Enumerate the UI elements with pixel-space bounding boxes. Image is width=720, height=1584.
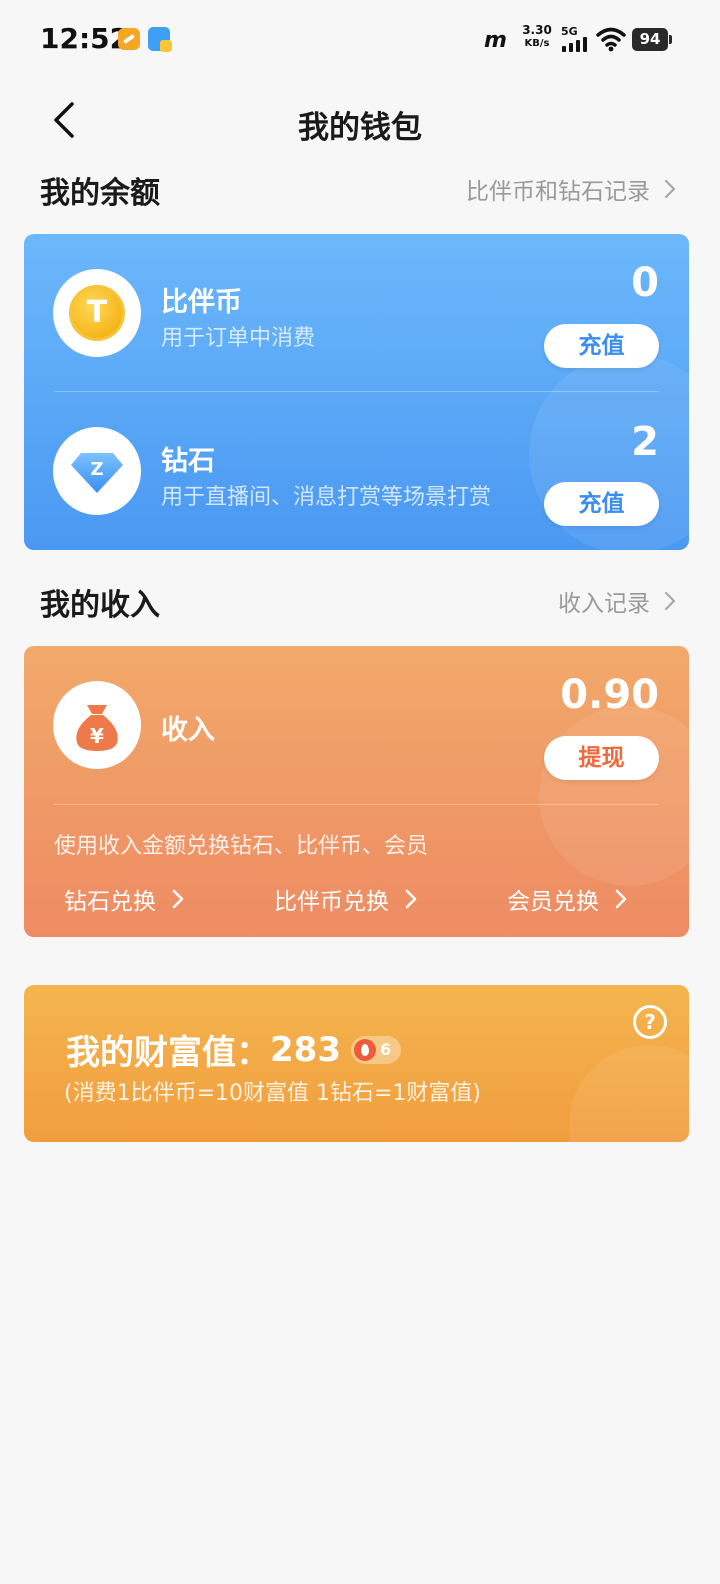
battery-indicator: 94 — [632, 28, 672, 51]
income-section-header: 我的收入 收入记录 — [40, 580, 680, 624]
diamond-subtitle: 用于直播间、消息打赏等场景打赏 — [161, 485, 492, 510]
coin-amount: 0 — [631, 260, 659, 306]
income-section-title: 我的收入 — [40, 588, 160, 623]
balance-section-header: 我的余额 比伴币和钻石记录 — [40, 168, 680, 212]
battery-level: 94 — [632, 28, 668, 51]
income-description: 使用收入金额兑换钻石、比伴币、会员 — [54, 834, 429, 859]
income-title: 收入 — [161, 715, 215, 746]
svg-text:Z: Z — [90, 459, 103, 480]
member-exchange-link[interactable]: 会员兑换 — [507, 882, 629, 916]
diamond-title: 钻石 — [161, 446, 215, 477]
cellular-signal-icon — [562, 36, 590, 52]
income-record-link[interactable]: 收入记录 — [558, 584, 680, 618]
money-bag-icon: ¥ — [53, 681, 141, 769]
income-card: ¥ 收入 0.90 提现 使用收入金额兑换钻石、比伴币、会员 钻石兑换 比伴币兑… — [24, 646, 689, 937]
chevron-right-icon — [615, 889, 627, 909]
diamond-amount: 2 — [631, 419, 659, 465]
help-icon[interactable]: ? — [633, 1005, 667, 1039]
wealth-note: (消费1比伴币=10财富值 1钻石=1财富值) — [64, 1081, 482, 1106]
wealth-label: 我的财富值： — [66, 1033, 270, 1073]
chevron-right-icon — [664, 591, 676, 611]
nav-bar: 我的钱包 — [0, 88, 720, 152]
balance-section-title: 我的余额 — [40, 176, 160, 211]
divider — [54, 804, 659, 805]
svg-text:¥: ¥ — [90, 724, 104, 748]
divider — [54, 391, 659, 392]
chevron-right-icon — [405, 889, 417, 909]
coin-recharge-button[interactable]: 充值 — [544, 324, 659, 368]
network-speed-value: 3.30 — [522, 23, 552, 37]
coin-subtitle: 用于订单中消费 — [161, 326, 316, 351]
network-logo: m — [484, 28, 507, 53]
diamond-recharge-button[interactable]: 充值 — [544, 482, 659, 526]
member-exchange-label: 会员兑换 — [507, 889, 599, 915]
diamond-exchange-label: 钻石兑换 — [64, 889, 156, 915]
network-speed: 3.30 KB/s — [522, 24, 552, 50]
battery-tip — [669, 35, 672, 44]
wealth-title: 我的财富值： 283 6 — [66, 1025, 401, 1074]
page-title: 我的钱包 — [298, 110, 422, 146]
income-amount: 0.90 — [560, 672, 659, 718]
network-speed-unit: KB/s — [524, 38, 550, 49]
wealth-value: 283 — [270, 1029, 341, 1070]
wealth-card: 我的财富值： 283 6 (消费1比伴币=10财富值 1钻石=1财富值) ? — [24, 985, 689, 1142]
balance-record-link[interactable]: 比伴币和钻石记录 — [466, 172, 680, 206]
balance-card: T 比伴币 用于订单中消费 0 充值 Z 钻石 用于直播间、消息打赏等场景打赏 … — [24, 234, 689, 550]
card-watermark — [539, 706, 689, 886]
app-notification-icon-2 — [148, 27, 172, 52]
app-notification-icon — [118, 28, 140, 50]
coin-exchange-label: 比伴币兑换 — [274, 889, 389, 915]
chevron-right-icon — [664, 179, 676, 199]
wifi-icon — [596, 27, 626, 52]
coin-title: 比伴币 — [161, 287, 242, 318]
income-record-link-label: 收入记录 — [558, 591, 650, 617]
back-arrow-icon[interactable] — [44, 96, 88, 144]
status-bar: 12:52 m 3.30 KB/s 5G 94 — [0, 0, 720, 80]
wealth-level-badge: 6 — [350, 1035, 401, 1064]
status-time: 12:52 — [40, 22, 130, 55]
card-watermark — [569, 1045, 689, 1142]
wealth-level-icon — [353, 1038, 376, 1061]
chevron-right-icon — [172, 889, 184, 909]
withdraw-button[interactable]: 提现 — [544, 736, 659, 780]
coin-icon: T — [53, 269, 141, 357]
wealth-level-number: 6 — [379, 1039, 392, 1059]
diamond-exchange-link[interactable]: 钻石兑换 — [64, 882, 186, 916]
balance-record-link-label: 比伴币和钻石记录 — [466, 179, 650, 205]
coin-exchange-link[interactable]: 比伴币兑换 — [274, 882, 419, 916]
diamond-icon: Z — [53, 427, 141, 515]
